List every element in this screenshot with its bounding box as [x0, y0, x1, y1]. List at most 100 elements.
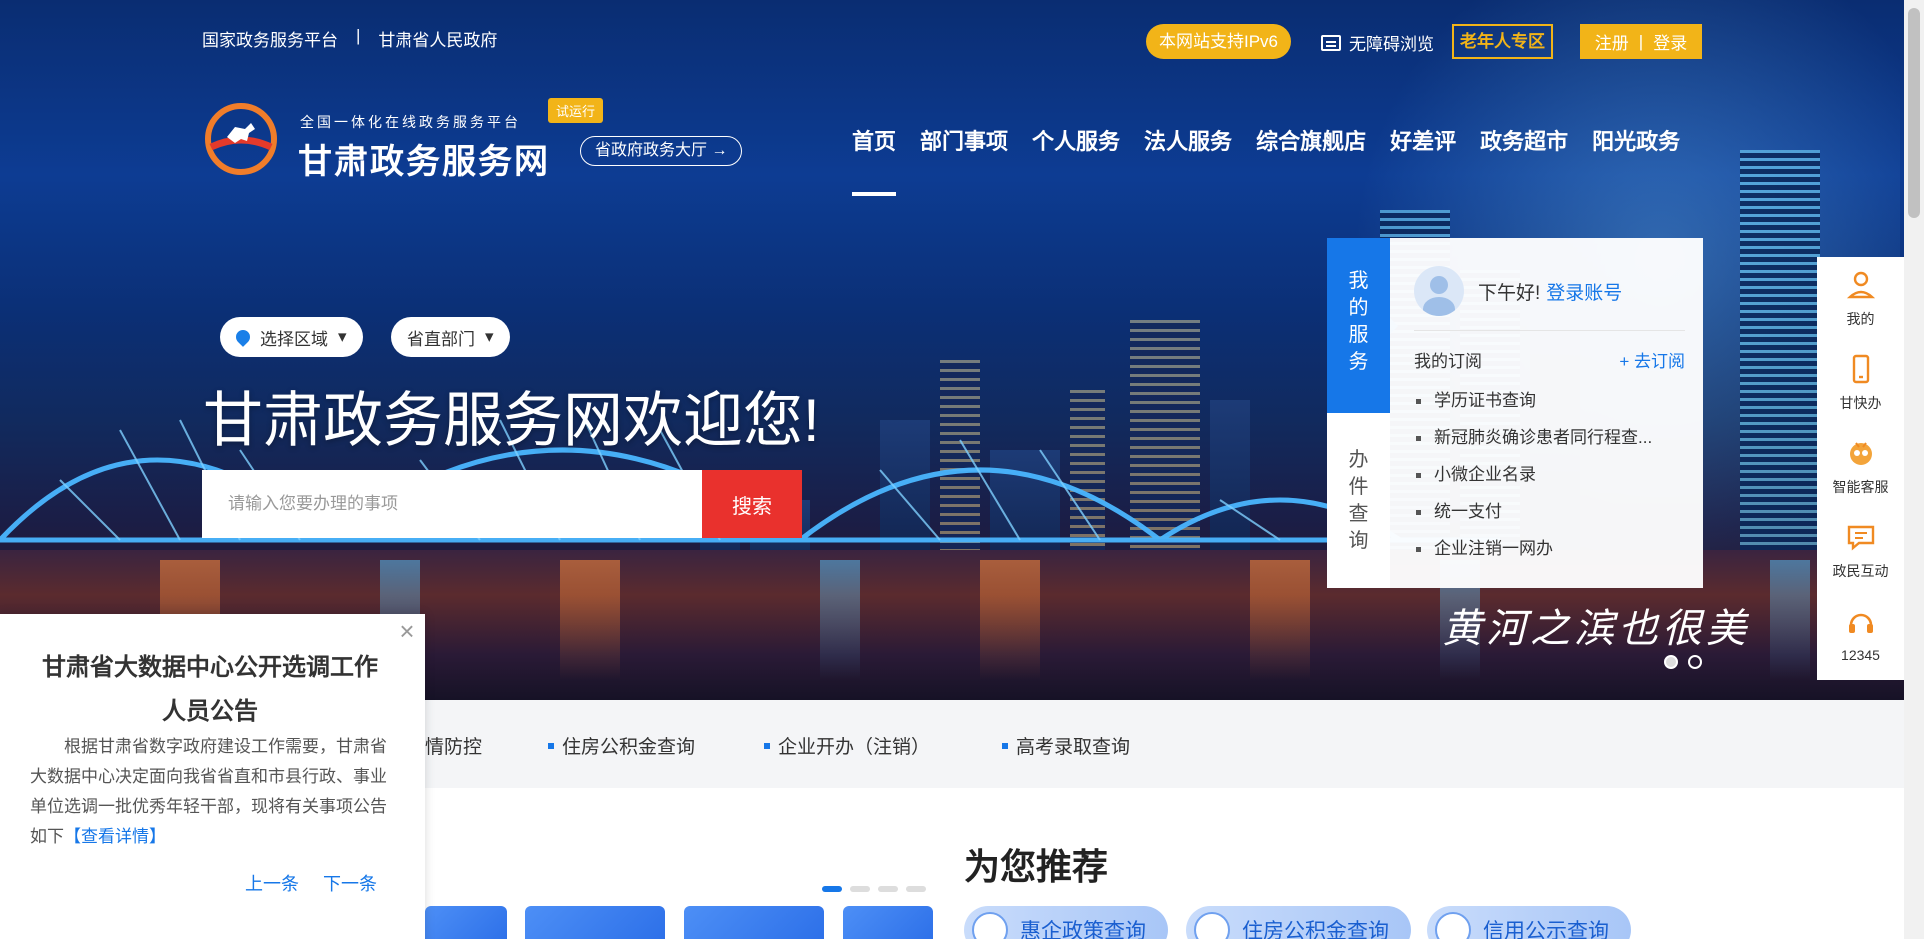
subscription-item[interactable]: 企业注销一网办 [1414, 530, 1685, 567]
float-my-label: 我的 [1846, 311, 1875, 327]
search-input[interactable] [202, 470, 702, 538]
recommend-housing-fund[interactable]: 住房公积金查询 [1186, 906, 1411, 939]
national-platform-link[interactable]: 国家政务服务平台 [202, 26, 338, 51]
popup-navigation: 上一条 下一条 [245, 870, 377, 896]
float-interaction[interactable]: 政民互动 [1817, 509, 1904, 593]
carousel-card[interactable] [425, 906, 507, 939]
main-nav: 首页 部门事项 个人服务 法人服务 综合旗舰店 好差评 政务超市 阳光政务 [852, 124, 1680, 196]
recommend-label: 住房公积金查询 [1242, 920, 1389, 939]
nav-sunshine-gov[interactable]: 阳光政务 [1592, 124, 1680, 156]
carousel-dot[interactable] [850, 886, 870, 892]
carousel-dot[interactable] [906, 886, 926, 892]
service-panel-body: 下午好! 登录账号 我的订阅 + 去订阅 学历证书查询 新冠肺炎确诊患者同行程查… [1390, 238, 1703, 588]
user-icon [1846, 271, 1875, 299]
prev-button[interactable]: 上一条 [245, 870, 299, 896]
chat-icon [1847, 525, 1874, 551]
subscription-list: 学历证书查询 新冠肺炎确诊患者同行程查... 小微企业名录 统一支付 企业注销一… [1414, 382, 1685, 567]
department-select[interactable]: 省直部门 ▾ [391, 317, 510, 357]
subscriptions-header: 我的订阅 + 去订阅 [1414, 347, 1685, 372]
policy-icon [972, 912, 1008, 939]
nav-gov-supermarket[interactable]: 政务超市 [1480, 124, 1568, 156]
announcement-popup: × 甘肃省大数据中心公开选调工作人员公告 根据甘肃省数字政府建设工作需要，甘肃省… [0, 614, 425, 939]
top-links: 国家政务服务平台 | 甘肃省人民政府 [202, 26, 497, 51]
greeting-text: 下午好! [1478, 282, 1541, 304]
float-gankuaiban-label: 甘快办 [1839, 395, 1882, 411]
provincial-hall-button[interactable]: 省政府政务大厅 → [580, 136, 743, 166]
nav-department-items[interactable]: 部门事项 [920, 124, 1008, 156]
hot-link-business-setup[interactable]: 企业开办（注销） [764, 732, 930, 759]
department-select-label: 省直部门 [407, 329, 475, 349]
logo-subtitle: 全国一体化在线政务服务平台 [300, 114, 521, 130]
float-hotline[interactable]: 12345 [1817, 593, 1904, 677]
register-link[interactable]: 注册 [1595, 29, 1629, 54]
carousel-card[interactable] [525, 906, 665, 939]
accessibility-button[interactable]: 无障碍浏览 [1321, 30, 1434, 55]
view-details-link[interactable]: 【查看详情】 [64, 827, 166, 846]
tab-case-query[interactable]: 办件查询 [1327, 413, 1390, 588]
float-my[interactable]: 我的 [1817, 257, 1904, 341]
banner-pagination [1664, 655, 1702, 669]
region-select[interactable]: 选择区域 ▾ [220, 317, 363, 357]
float-smart-service-label: 智能客服 [1832, 479, 1889, 495]
top-link-separator: | [356, 26, 361, 45]
float-gankuaiban[interactable]: 甘快办 [1817, 341, 1904, 425]
close-icon[interactable]: × [395, 618, 419, 644]
subscription-item[interactable]: 新冠肺炎确诊患者同行程查... [1414, 419, 1685, 456]
subscribe-link[interactable]: + 去订阅 [1619, 347, 1685, 372]
headset-icon [1848, 613, 1873, 633]
robot-icon [1849, 442, 1872, 465]
nav-home[interactable]: 首页 [852, 124, 897, 196]
carousel-dot[interactable] [822, 886, 842, 892]
right-float-bar: 我的 甘快办 智能客服 政民互动 12345 [1817, 257, 1904, 680]
nav-ratings[interactable]: 好差评 [1390, 124, 1456, 156]
float-interaction-label: 政民互动 [1832, 563, 1889, 579]
login-account-link[interactable]: 登录账号 [1546, 278, 1622, 305]
search-button[interactable]: 搜索 [702, 470, 802, 538]
nav-personal-services[interactable]: 个人服务 [1032, 124, 1120, 156]
dropdown-arrow-icon: ▾ [338, 327, 347, 346]
housing-fund-icon [1194, 912, 1230, 939]
page-scrollbar[interactable] [1904, 0, 1924, 939]
accessibility-icon [1321, 34, 1341, 51]
accessibility-label: 无障碍浏览 [1349, 35, 1434, 54]
trial-badge: 试运行 [548, 98, 604, 123]
recommend-label: 信用公示查询 [1483, 920, 1609, 939]
welcome-heading: 甘肃政务服务网欢迎您! [203, 387, 820, 454]
hot-link-epidemic[interactable]: 情防控 [425, 732, 482, 759]
hot-link-housing-fund[interactable]: 住房公积金查询 [548, 732, 695, 759]
auth-separator: | [1638, 31, 1644, 51]
location-pin-icon [233, 327, 253, 347]
nav-flagship-store[interactable]: 综合旗舰店 [1256, 124, 1366, 156]
scrollbar-thumb[interactable] [1908, 8, 1920, 218]
carousel-card[interactable] [684, 906, 824, 939]
subscription-item[interactable]: 学历证书查询 [1414, 382, 1685, 419]
banner-dot-2[interactable] [1688, 655, 1702, 669]
recommend-label: 惠企政策查询 [1020, 920, 1146, 939]
recommend-credit-query[interactable]: 信用公示查询 [1427, 906, 1631, 939]
subscription-item[interactable]: 统一支付 [1414, 493, 1685, 530]
next-button[interactable]: 下一条 [323, 870, 377, 896]
float-smart-service[interactable]: 智能客服 [1817, 425, 1904, 509]
recommend-title: 为您推荐 [964, 846, 1109, 887]
banner-caption: 黄河之滨也很美 [1442, 606, 1750, 652]
carousel-card[interactable] [843, 906, 933, 939]
elder-zone-button[interactable]: 老年人专区 [1452, 24, 1553, 59]
banner-dot-1[interactable] [1664, 655, 1678, 669]
region-select-label: 选择区域 [260, 329, 328, 349]
recommend-policy-query[interactable]: 惠企政策查询 [964, 906, 1168, 939]
subscriptions-label: 我的订阅 [1414, 352, 1482, 371]
tab-my-service[interactable]: 我的服务 [1327, 238, 1398, 413]
greeting-row: 下午好! 登录账号 [1414, 266, 1685, 331]
carousel-pagination [822, 886, 926, 892]
login-link[interactable]: 登录 [1653, 29, 1687, 54]
subscription-item[interactable]: 小微企业名录 [1414, 456, 1685, 493]
gansu-government-link[interactable]: 甘肃省人民政府 [378, 26, 497, 51]
avatar [1414, 266, 1464, 316]
carousel-dot[interactable] [878, 886, 898, 892]
popup-title: 甘肃省大数据中心公开选调工作人员公告 [42, 654, 378, 725]
gansu-logo-icon[interactable] [205, 103, 277, 175]
nav-legal-entity-services[interactable]: 法人服务 [1144, 124, 1232, 156]
logo-title[interactable]: 甘肃政务服务网 [298, 134, 550, 183]
service-panel: 我的服务 办件查询 下午好! 登录账号 我的订阅 + 去订阅 学历证书查询 新冠… [1327, 238, 1703, 588]
hot-link-college-admission[interactable]: 高考录取查询 [1002, 732, 1130, 759]
